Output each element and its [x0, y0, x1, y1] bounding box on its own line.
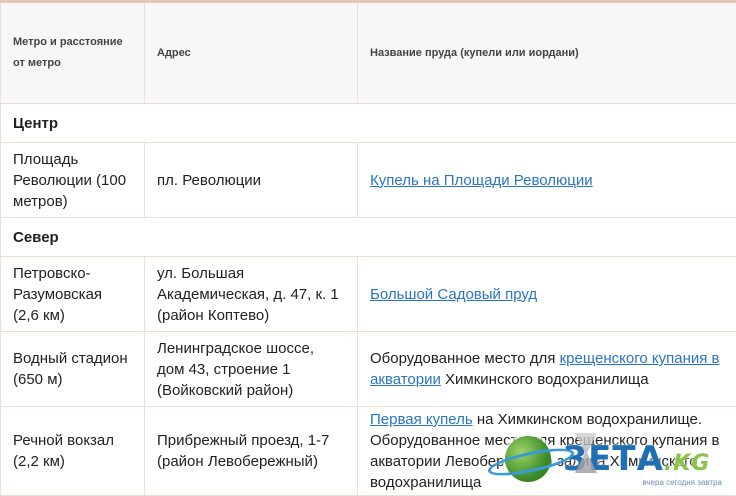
- pond-text-pre: Оборудованное место для: [370, 350, 560, 367]
- table-row: Водный стадион (650 м) Ленинградское шос…: [1, 332, 736, 407]
- section-title: Центр: [1, 104, 736, 143]
- pond-cell: Оборудованное место для крещенского купа…: [358, 332, 736, 407]
- address-cell: Ленинградское шоссе, дом 43, строение 1 …: [145, 332, 358, 407]
- table-row: Речной вокзал (2,2 км) Прибрежный проезд…: [1, 407, 736, 496]
- header-address: Адрес: [145, 2, 358, 104]
- address-cell: ул. Большая Академическая, д. 47, к. 1 (…: [145, 257, 358, 332]
- pond-cell: Купель на Площади Революции: [358, 143, 736, 218]
- table-row: Площадь Революции (100 метров) пл. Револ…: [1, 143, 736, 218]
- metro-cell: Речной вокзал (2,2 км): [1, 407, 145, 496]
- metro-cell: Водный стадион (650 м): [1, 332, 145, 407]
- pond-cell: Большой Садовый пруд: [358, 257, 736, 332]
- address-cell: Прибрежный проезд, 1-7 (район Левобережн…: [145, 407, 358, 496]
- section-row-north: Север: [1, 218, 736, 257]
- ponds-table: Метро и расстояние от метро Адрес Назван…: [0, 0, 736, 496]
- section-title: Север: [1, 218, 736, 257]
- header-metro: Метро и расстояние от метро: [1, 2, 145, 104]
- address-cell: пл. Революции: [145, 143, 358, 218]
- pond-text-post: Химкинского водохранилища: [441, 371, 649, 388]
- pond-link[interactable]: Купель на Площади Революции: [370, 172, 593, 189]
- table-row: Петровско-Разумовская (2,6 км) ул. Больш…: [1, 257, 736, 332]
- header-pond-name: Название пруда (купели или иордани): [358, 2, 736, 104]
- metro-cell: Петровско-Разумовская (2,6 км): [1, 257, 145, 332]
- pond-link[interactable]: Большой Садовый пруд: [370, 286, 537, 303]
- table-header-row: Метро и расстояние от метро Адрес Назван…: [1, 2, 736, 104]
- metro-cell: Площадь Революции (100 метров): [1, 143, 145, 218]
- pond-link[interactable]: Первая купель: [370, 411, 473, 428]
- pond-cell: Первая купель на Химкинском водохранилищ…: [358, 407, 736, 496]
- section-row-center: Центр: [1, 104, 736, 143]
